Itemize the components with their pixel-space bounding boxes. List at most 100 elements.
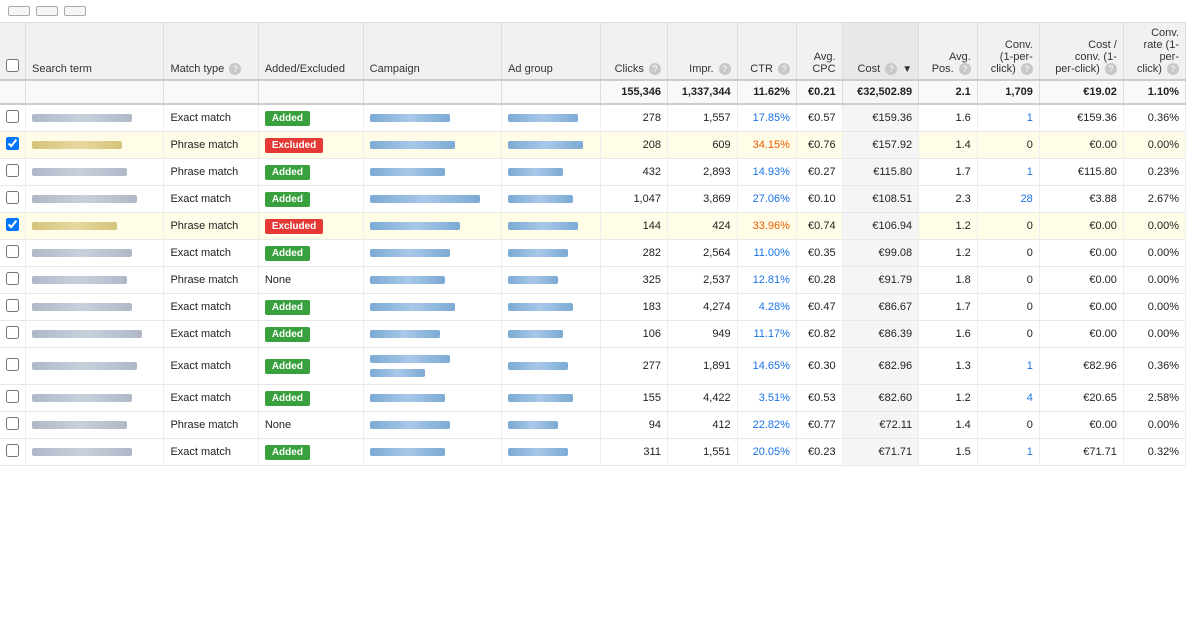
ad-group-bar [508,303,573,311]
row-check[interactable] [0,348,26,385]
search-term-bar [32,222,117,230]
row-checkbox[interactable] [6,390,19,403]
row-checkbox[interactable] [6,444,19,457]
row-checkbox[interactable] [6,326,19,339]
campaign-bar [370,114,450,122]
select-all-checkbox[interactable] [6,59,19,72]
row-avg-pos: 1.2 [919,213,978,240]
search-term-bar [32,141,122,149]
status-badge-added: Added [265,192,310,207]
totals-impr: 1,337,344 [667,80,737,104]
campaign-bar [370,141,455,149]
row-check[interactable] [0,213,26,240]
conv-help-icon[interactable]: ? [1021,63,1033,75]
row-checkbox[interactable] [6,245,19,258]
ctr-help-icon[interactable]: ? [778,63,790,75]
row-ad-group [502,412,601,439]
row-impr: 2,893 [667,159,737,186]
match-type-help-icon[interactable]: ? [229,63,241,75]
search-term-bar [32,195,137,203]
row-check[interactable] [0,159,26,186]
row-checkbox[interactable] [6,110,19,123]
row-check[interactable] [0,104,26,132]
row-conv-rate: 2.67% [1123,186,1185,213]
row-impr: 412 [667,412,737,439]
avg-pos-help-icon[interactable]: ? [959,63,971,75]
header-avg-pos: Avg.Pos. ? [919,23,978,80]
row-checkbox[interactable] [6,272,19,285]
totals-ctr: 11.62% [737,80,796,104]
search-term-bar [32,421,127,429]
download-button[interactable] [64,6,86,16]
row-check[interactable] [0,294,26,321]
totals-avg-pos: 2.1 [919,80,978,104]
search-term-bar [32,394,132,402]
row-avg-pos: 1.7 [919,294,978,321]
row-campaign [363,186,501,213]
campaign-bar [370,355,450,363]
row-check[interactable] [0,240,26,267]
row-checkbox[interactable] [6,358,19,371]
ad-group-bar [508,249,568,257]
row-cost: €82.60 [842,385,919,412]
header-check [0,23,26,80]
row-conv: 0 [977,412,1039,439]
row-cost: €86.67 [842,294,919,321]
row-ctr: 11.00% [737,240,796,267]
row-check[interactable] [0,267,26,294]
add-negative-keyword-button[interactable] [36,6,58,16]
row-avg-pos: 1.4 [919,132,978,159]
add-keyword-button[interactable] [8,6,30,16]
row-clicks: 278 [601,104,668,132]
row-check[interactable] [0,439,26,466]
search-term-bar [32,448,132,456]
campaign-bar [370,276,445,284]
row-avg-cpc: €0.57 [796,104,842,132]
row-ad-group [502,104,601,132]
row-checkbox[interactable] [6,191,19,204]
row-checkbox[interactable] [6,417,19,430]
search-terms-table: Search term Match type ? Added/Excluded … [0,23,1186,466]
cost-conv-help-icon[interactable]: ? [1105,63,1117,75]
conv-rate-help-icon[interactable]: ? [1167,63,1179,75]
clicks-help-icon[interactable]: ? [649,63,661,75]
row-checkbox[interactable] [6,137,19,150]
row-clicks: 277 [601,348,668,385]
row-checkbox[interactable] [6,299,19,312]
row-avg-cpc: €0.35 [796,240,842,267]
row-check[interactable] [0,186,26,213]
ad-group-bar [508,421,558,429]
row-search-term [26,385,164,412]
row-conv: 0 [977,240,1039,267]
row-cost: €91.79 [842,267,919,294]
row-conv: 1 [977,439,1039,466]
row-check[interactable] [0,412,26,439]
row-status: Added [258,294,363,321]
row-ctr: 14.65% [737,348,796,385]
row-cost-conv: €20.65 [1039,385,1123,412]
row-match-type: Exact match [164,186,258,213]
row-avg-cpc: €0.10 [796,186,842,213]
sort-arrow-icon: ▼ [902,64,912,75]
row-cost-conv: €0.00 [1039,321,1123,348]
totals-ad-group [502,80,601,104]
totals-conv-rate: 1.10% [1123,80,1185,104]
row-check[interactable] [0,132,26,159]
row-match-type: Exact match [164,104,258,132]
header-cost[interactable]: Cost ? ▼ [842,23,919,80]
row-check[interactable] [0,385,26,412]
row-avg-pos: 1.8 [919,267,978,294]
row-match-type: Phrase match [164,159,258,186]
row-check[interactable] [0,321,26,348]
campaign-bar [370,330,440,338]
row-conv: 1 [977,159,1039,186]
row-impr: 1,557 [667,104,737,132]
impr-help-icon[interactable]: ? [719,63,731,75]
row-status: None [258,267,363,294]
row-checkbox[interactable] [6,218,19,231]
row-match-type: Exact match [164,348,258,385]
status-badge-added: Added [265,445,310,460]
cost-help-icon[interactable]: ? [885,63,897,75]
row-checkbox[interactable] [6,164,19,177]
row-conv: 28 [977,186,1039,213]
